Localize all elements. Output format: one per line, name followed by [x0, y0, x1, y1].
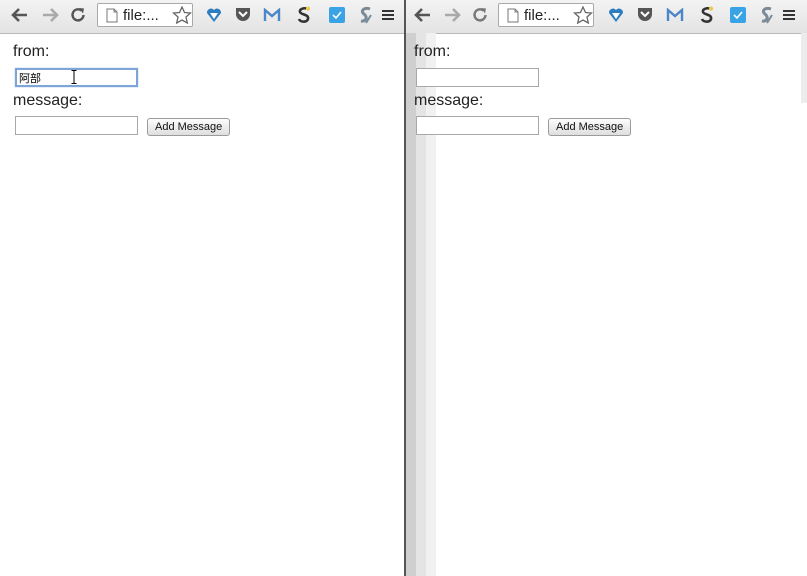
gmail-icon[interactable] — [665, 4, 685, 26]
back-arrow-icon[interactable] — [10, 4, 30, 26]
message-input[interactable] — [15, 116, 138, 135]
gmail-icon[interactable] — [262, 4, 282, 26]
url-text: file:... — [123, 7, 159, 24]
message-label: message: — [414, 92, 484, 109]
add-message-button[interactable]: Add Message — [548, 118, 632, 136]
forward-arrow-icon[interactable] — [40, 4, 60, 26]
checkbox-extension-icon[interactable] — [728, 4, 748, 26]
extension-swirl-icon[interactable] — [356, 4, 376, 26]
browser-toolbar: file:... — [0, 0, 404, 34]
bookmark-star-icon[interactable] — [572, 5, 594, 29]
add-message-button[interactable]: Add Message — [147, 118, 231, 136]
extension-swirl-icon[interactable] — [757, 4, 777, 26]
page-icon — [507, 8, 519, 28]
from-label: from: — [13, 43, 50, 60]
from-input[interactable] — [416, 68, 539, 87]
extension-s-icon[interactable] — [697, 4, 717, 26]
menu-icon[interactable] — [779, 4, 799, 26]
url-text: file:... — [524, 7, 560, 24]
menu-icon[interactable] — [378, 4, 398, 26]
checkbox-extension-icon[interactable] — [327, 4, 347, 26]
reload-icon[interactable] — [470, 4, 490, 26]
back-arrow-icon[interactable] — [413, 4, 433, 26]
browser-toolbar: file:... — [406, 0, 807, 34]
page-content: from: message: Add Message — [0, 34, 404, 576]
message-label: message: — [13, 92, 83, 109]
pocket-icon[interactable] — [233, 4, 253, 26]
address-bar[interactable]: file:... — [97, 3, 193, 27]
message-input[interactable] — [416, 116, 539, 135]
text-cursor-icon — [71, 70, 77, 89]
browser-window-right: file:... from: message: Add Message — [406, 0, 807, 576]
reload-icon[interactable] — [68, 4, 88, 26]
bookmark-star-icon[interactable] — [171, 5, 193, 29]
forward-arrow-icon[interactable] — [442, 4, 462, 26]
address-bar[interactable]: file:... — [498, 3, 594, 27]
page-icon — [106, 8, 118, 28]
page-content: from: message: Add Message — [406, 34, 807, 576]
from-label: from: — [414, 43, 451, 60]
extension-heart-icon[interactable] — [204, 4, 224, 26]
pocket-icon[interactable] — [635, 4, 655, 26]
extension-heart-icon[interactable] — [606, 4, 626, 26]
extension-s-icon[interactable] — [294, 4, 314, 26]
browser-window-left: file:... from: m — [0, 0, 404, 576]
